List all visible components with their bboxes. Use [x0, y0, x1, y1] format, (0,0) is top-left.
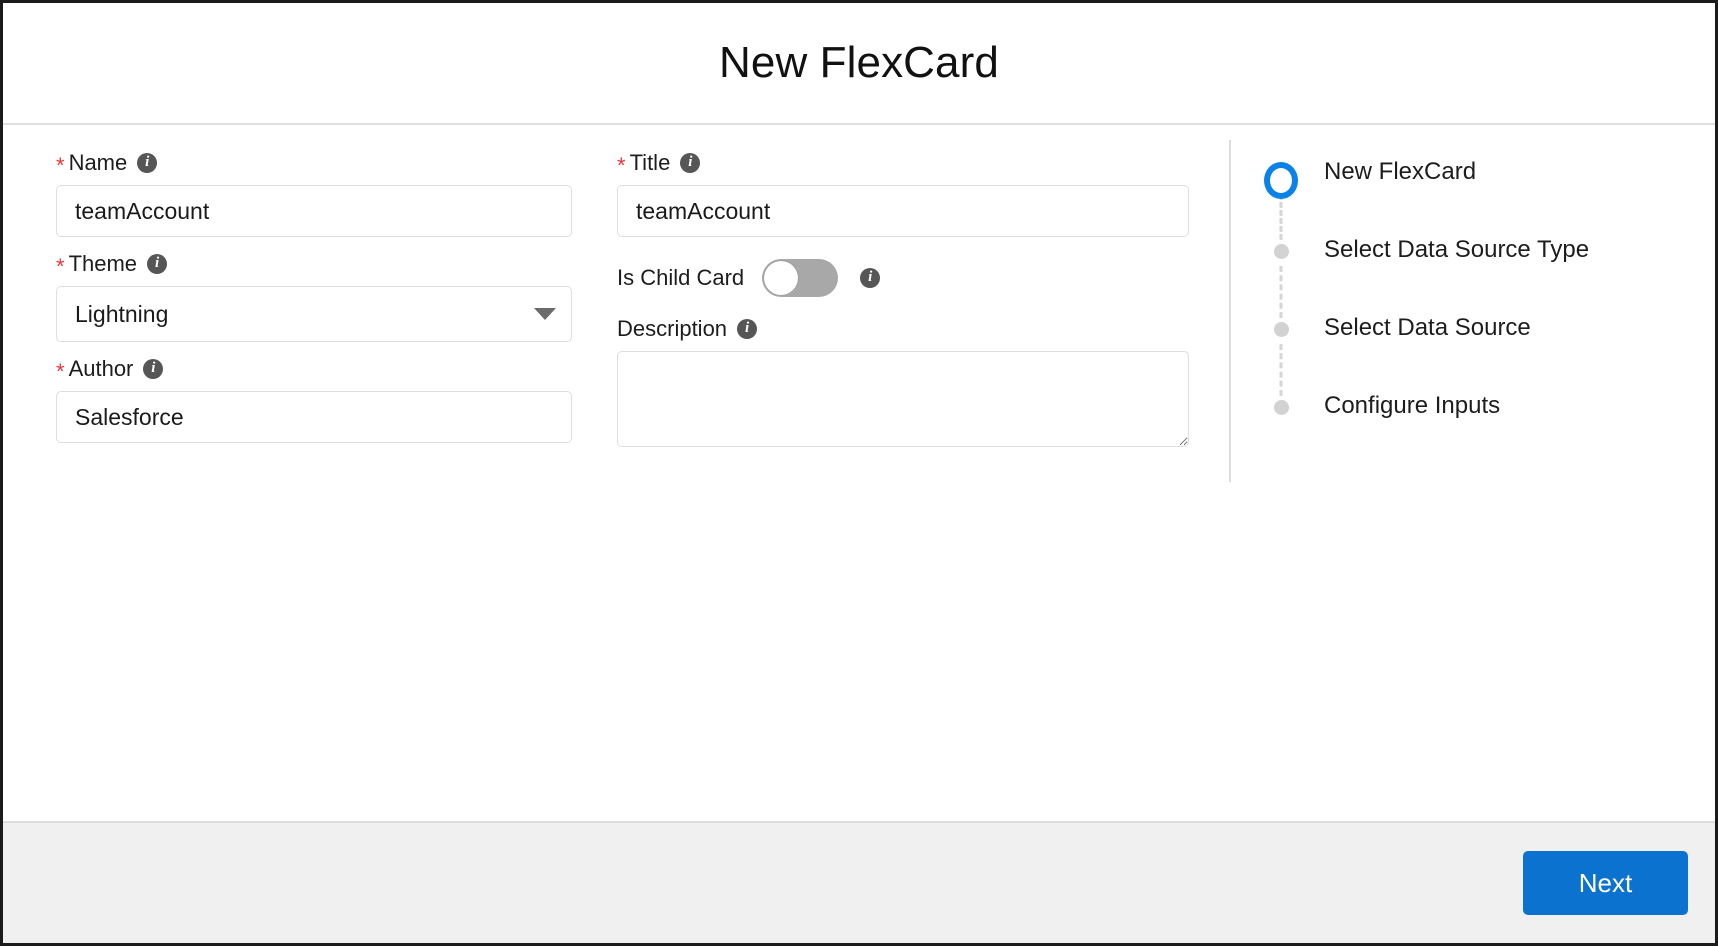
- toggle-knob: [764, 261, 799, 295]
- step-connector: [1279, 194, 1283, 240]
- step-dot-icon: [1273, 400, 1289, 415]
- step-connector: [1279, 344, 1283, 396]
- field-name-label: * Name i: [56, 150, 572, 178]
- stepper-item-configure-inputs[interactable]: Configure Inputs: [1264, 392, 1715, 430]
- field-name-label-text: Name: [68, 150, 128, 175]
- next-button[interactable]: Next: [1523, 851, 1688, 915]
- field-author-label-text: Author: [68, 356, 134, 381]
- info-icon-glyph: i: [154, 254, 160, 271]
- name-input[interactable]: [56, 185, 572, 237]
- wizard-stepper: New FlexCard Select Data Source Type Sel…: [1264, 156, 1715, 430]
- modal-body: * Name i * Theme i Lightning: [3, 125, 1715, 821]
- step-marker: [1264, 240, 1298, 318]
- form-column-left: * Name i * Theme i Lightning: [3, 151, 617, 462]
- info-icon[interactable]: i: [860, 268, 881, 288]
- form-area: * Name i * Theme i Lightning: [3, 125, 1715, 482]
- field-author: * Author i: [56, 357, 572, 443]
- page-title: New FlexCard: [719, 38, 999, 87]
- field-title: * Title i: [617, 151, 1189, 237]
- info-icon-glyph: i: [868, 268, 873, 285]
- field-description-label: Description i: [617, 317, 1189, 341]
- info-icon-glyph: i: [145, 153, 150, 170]
- is-child-card-toggle[interactable]: [762, 259, 839, 297]
- is-child-card-label: Is Child Card: [617, 265, 745, 290]
- step-dot-active-icon: [1264, 162, 1298, 199]
- info-icon[interactable]: i: [737, 319, 758, 339]
- info-icon[interactable]: i: [137, 153, 158, 173]
- required-asterisk-icon: *: [56, 254, 65, 279]
- step-dot-icon: [1273, 322, 1289, 337]
- info-icon[interactable]: i: [147, 254, 168, 274]
- info-icon-glyph: i: [688, 153, 693, 170]
- field-title-label: * Title i: [617, 150, 1189, 178]
- required-asterisk-icon: *: [56, 153, 65, 178]
- new-flexcard-modal: New FlexCard * Name i * Theme: [0, 0, 1718, 946]
- stepper-item-label: New FlexCard: [1324, 158, 1477, 185]
- step-marker: [1264, 396, 1298, 415]
- step-marker: [1264, 162, 1298, 240]
- stepper-item-select-data-source[interactable]: Select Data Source: [1264, 314, 1715, 396]
- stepper-item-new-flexcard[interactable]: New FlexCard: [1264, 158, 1715, 240]
- step-marker: [1264, 318, 1298, 396]
- step-connector: [1279, 266, 1283, 318]
- stepper-item-label: Configure Inputs: [1324, 392, 1501, 419]
- field-theme-label-text: Theme: [68, 251, 138, 276]
- info-icon-glyph: i: [151, 359, 156, 376]
- info-icon[interactable]: i: [143, 359, 164, 379]
- description-textarea[interactable]: [617, 351, 1189, 447]
- field-description-label-text: Description: [617, 316, 728, 341]
- author-input[interactable]: [56, 391, 572, 443]
- form-column-right: New FlexCard Select Data Source Type Sel…: [1229, 140, 1715, 482]
- theme-select-wrapper: Lightning: [56, 286, 572, 342]
- field-name: * Name i: [56, 151, 572, 237]
- field-theme-label: * Theme i: [56, 251, 572, 279]
- required-asterisk-icon: *: [56, 359, 65, 384]
- field-description: Description i: [617, 317, 1189, 447]
- stepper-item-label: Select Data Source: [1324, 314, 1531, 341]
- modal-header: New FlexCard: [3, 3, 1715, 125]
- info-icon[interactable]: i: [680, 153, 701, 173]
- stepper-item-label: Select Data Source Type: [1324, 236, 1590, 263]
- field-theme: * Theme i Lightning: [56, 252, 572, 342]
- theme-select[interactable]: Lightning: [56, 286, 572, 342]
- info-icon-glyph: i: [744, 319, 750, 336]
- stepper-item-select-data-source-type[interactable]: Select Data Source Type: [1264, 236, 1715, 318]
- form-column-middle: * Title i Is Child Card i Description: [617, 151, 1229, 462]
- field-title-label-text: Title: [629, 150, 671, 175]
- theme-select-value: Lightning: [75, 300, 169, 327]
- title-input[interactable]: [617, 185, 1189, 237]
- field-author-label: * Author i: [56, 356, 572, 384]
- required-asterisk-icon: *: [617, 153, 626, 178]
- step-dot-icon: [1273, 244, 1289, 259]
- modal-footer: Next: [3, 821, 1715, 943]
- field-is-child-card: Is Child Card i: [617, 252, 1189, 304]
